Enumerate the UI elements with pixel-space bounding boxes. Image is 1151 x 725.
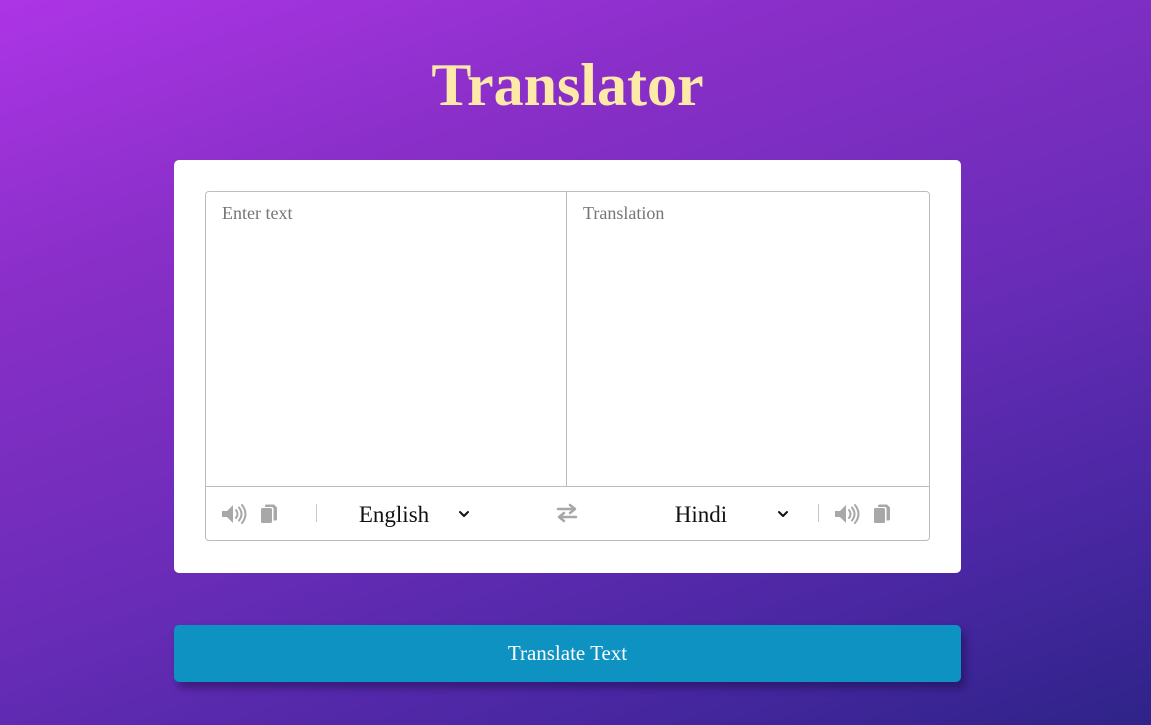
- to-language-select-wrapper: Hindi: [631, 497, 789, 531]
- translate-button[interactable]: Translate Text: [174, 625, 961, 682]
- divider: [818, 504, 819, 522]
- volume-icon[interactable]: [221, 503, 247, 525]
- from-language-select[interactable]: English: [336, 497, 470, 531]
- volume-icon-graphic: [835, 504, 860, 524]
- translation-output[interactable]: [567, 192, 929, 486]
- source-text-input[interactable]: [206, 192, 567, 486]
- translation-panel: English Hindi: [205, 191, 930, 541]
- volume-icon[interactable]: [834, 503, 860, 525]
- copy-icon-graphic: [261, 504, 277, 523]
- translator-card: English Hindi: [174, 160, 961, 573]
- volume-icon-graphic: [222, 504, 247, 524]
- copy-icon-graphic: [874, 504, 890, 523]
- divider: [316, 504, 317, 522]
- copy-icon[interactable]: [259, 503, 279, 525]
- from-language-select-wrapper: English: [336, 497, 470, 531]
- exchange-icon-graphic: [556, 503, 578, 523]
- controls-bar: English Hindi: [206, 486, 929, 540]
- exchange-icon[interactable]: [556, 502, 578, 524]
- to-language-select[interactable]: Hindi: [631, 497, 789, 531]
- page-title: Translator: [431, 52, 704, 118]
- copy-icon[interactable]: [872, 503, 892, 525]
